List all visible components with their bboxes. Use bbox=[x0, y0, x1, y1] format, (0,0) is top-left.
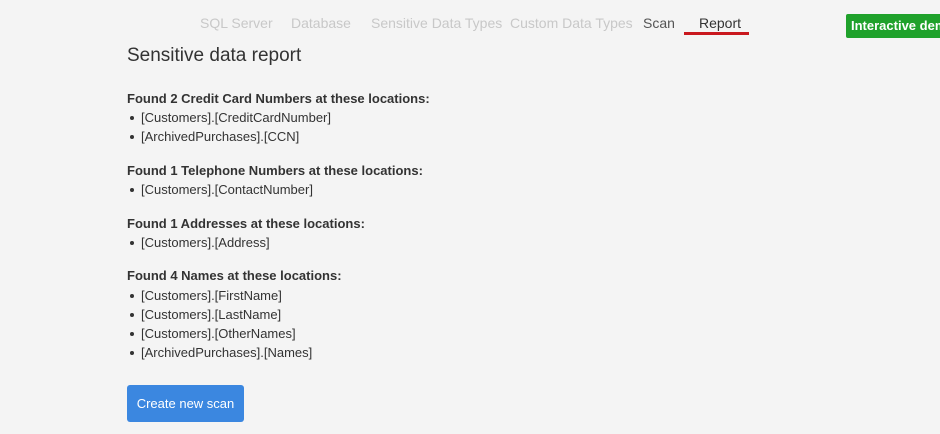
active-tab-underline bbox=[684, 32, 749, 35]
location-label: [ArchivedPurchases].[Names] bbox=[141, 345, 313, 360]
location-label: [Customers].[LastName] bbox=[141, 307, 282, 322]
list-item: [Customers].[LastName] bbox=[127, 307, 281, 322]
tab-sql-server[interactable]: SQL Server bbox=[200, 15, 273, 31]
bullet-icon bbox=[130, 331, 134, 336]
list-item: [Customers].[CreditCardNumber] bbox=[127, 110, 331, 125]
create-new-scan-button[interactable]: Create new scan bbox=[127, 385, 244, 422]
location-label: [Customers].[OtherNames] bbox=[141, 326, 296, 341]
wizard-nav: SQL Server Database Sensitive Data Types… bbox=[0, 0, 940, 36]
list-item: [Customers].[Address] bbox=[127, 235, 270, 250]
location-label: [Customers].[Address] bbox=[141, 235, 270, 250]
location-label: [Customers].[CreditCardNumber] bbox=[141, 110, 331, 125]
bullet-icon bbox=[130, 115, 134, 120]
list-item: [Customers].[FirstName] bbox=[127, 288, 282, 303]
group-heading-credit-cards: Found 2 Credit Card Numbers at these loc… bbox=[127, 91, 430, 106]
tab-database[interactable]: Database bbox=[291, 15, 351, 31]
page-title: Sensitive data report bbox=[127, 45, 302, 66]
list-item: [ArchivedPurchases].[Names] bbox=[127, 345, 312, 360]
bullet-icon bbox=[130, 293, 134, 298]
group-heading-addresses: Found 1 Addresses at these locations: bbox=[127, 216, 365, 231]
list-item: [Customers].[OtherNames] bbox=[127, 326, 296, 341]
tab-sensitive-data-types[interactable]: Sensitive Data Types bbox=[371, 15, 502, 31]
bullet-icon bbox=[130, 312, 134, 317]
bullet-icon bbox=[130, 350, 134, 355]
location-label: [ArchivedPurchases].[CCN] bbox=[141, 129, 300, 144]
location-label: [Customers].[ContactNumber] bbox=[141, 182, 313, 197]
list-item: [ArchivedPurchases].[CCN] bbox=[127, 129, 299, 144]
group-heading-names: Found 4 Names at these locations: bbox=[127, 268, 342, 283]
interactive-demo-badge[interactable]: Interactive demo bbox=[846, 14, 940, 38]
tab-scan[interactable]: Scan bbox=[643, 15, 675, 31]
tab-custom-data-types[interactable]: Custom Data Types bbox=[510, 15, 633, 31]
location-label: [Customers].[FirstName] bbox=[141, 288, 282, 303]
list-item: [Customers].[ContactNumber] bbox=[127, 182, 313, 197]
tab-report[interactable]: Report bbox=[699, 15, 741, 31]
group-heading-telephone-numbers: Found 1 Telephone Numbers at these locat… bbox=[127, 163, 423, 178]
bullet-icon bbox=[130, 187, 134, 192]
bullet-icon bbox=[130, 240, 134, 245]
bullet-icon bbox=[130, 134, 134, 139]
